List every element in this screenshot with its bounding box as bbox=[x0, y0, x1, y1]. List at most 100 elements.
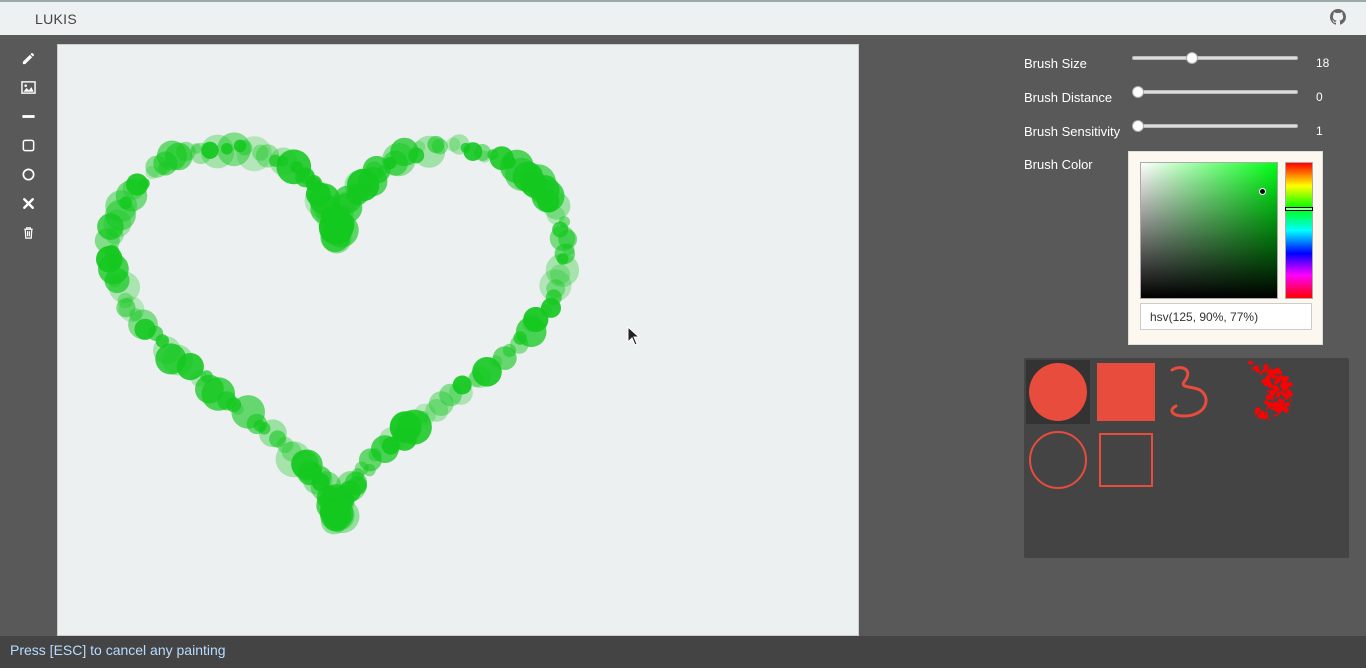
spray-dot bbox=[1265, 375, 1271, 381]
freehand-line-icon bbox=[1170, 366, 1208, 418]
app-title: LUKIS bbox=[35, 11, 77, 27]
brush-distance-row: Brush Distance 0 bbox=[1024, 84, 1354, 118]
brush-spray[interactable] bbox=[1230, 360, 1294, 424]
spray-dot bbox=[1262, 415, 1268, 420]
brush-outline-circle[interactable] bbox=[1026, 430, 1090, 494]
brush-distance-value: 0 bbox=[1316, 90, 1323, 104]
spray-dot bbox=[1268, 382, 1272, 386]
spray-dot bbox=[1254, 414, 1257, 416]
filled-circle-icon bbox=[1029, 363, 1087, 421]
spray-dot bbox=[1275, 393, 1281, 398]
brush-sensitivity-value: 1 bbox=[1316, 124, 1323, 138]
spray-dot bbox=[1274, 407, 1278, 412]
brush-type-panel bbox=[1024, 358, 1349, 558]
spray-dot bbox=[1274, 396, 1277, 399]
spray-dot bbox=[1284, 406, 1288, 409]
brush-distance-label: Brush Distance bbox=[1024, 90, 1113, 105]
paint-blob bbox=[322, 224, 352, 254]
clear-tool[interactable] bbox=[14, 189, 42, 217]
brush-outline-square[interactable] bbox=[1094, 430, 1158, 494]
spray-dot bbox=[1288, 382, 1293, 387]
brush-size-row: Brush Size 18 bbox=[1024, 50, 1354, 84]
spray-dot bbox=[1265, 411, 1268, 415]
spray-dot bbox=[1283, 408, 1289, 413]
spray-dot bbox=[1287, 401, 1290, 405]
pencil-tool[interactable] bbox=[14, 44, 42, 72]
circle-tool[interactable] bbox=[14, 160, 42, 188]
color-selector-dot[interactable] bbox=[1259, 188, 1266, 195]
line-tool[interactable] bbox=[14, 102, 42, 130]
brush-sensitivity-slider[interactable] bbox=[1131, 120, 1298, 132]
mouse-cursor-icon bbox=[627, 326, 641, 346]
trash-icon bbox=[23, 226, 33, 239]
spray-dot bbox=[1274, 379, 1279, 385]
spray-dot bbox=[1287, 390, 1292, 394]
color-value-input[interactable] bbox=[1140, 303, 1312, 330]
brush-size-slider-thumb[interactable] bbox=[1186, 52, 1199, 64]
spray-dot bbox=[1264, 400, 1269, 405]
spray-dot bbox=[1272, 384, 1278, 390]
paint-blob bbox=[431, 138, 448, 155]
line-icon bbox=[21, 114, 35, 118]
image-tool[interactable] bbox=[14, 73, 42, 101]
spray-dot bbox=[1290, 399, 1293, 402]
spray-dot bbox=[1285, 380, 1288, 383]
spray-dot bbox=[1280, 385, 1283, 388]
status-bar: Press [ESC] to cancel any painting bbox=[0, 636, 1366, 668]
title-bar: LUKIS bbox=[0, 0, 1366, 35]
filled-square-icon bbox=[1097, 363, 1155, 421]
brush-freehand[interactable] bbox=[1162, 360, 1226, 424]
paint-blob bbox=[139, 178, 150, 189]
rectangle-tool[interactable] bbox=[14, 131, 42, 159]
spray-dot bbox=[1260, 372, 1263, 375]
outline-square-icon bbox=[1099, 433, 1153, 487]
brush-sensitivity-slider-thumb[interactable] bbox=[1131, 120, 1144, 132]
brush-sensitivity-label: Brush Sensitivity bbox=[1024, 124, 1121, 139]
toolbar bbox=[14, 44, 44, 247]
brush-distance-slider[interactable] bbox=[1131, 86, 1298, 98]
status-text: Press [ESC] to cancel any painting bbox=[10, 642, 226, 658]
hue-slider[interactable] bbox=[1285, 162, 1313, 299]
settings-panel: Brush Size 18 Brush Distance 0 Brush Sen… bbox=[1024, 50, 1354, 152]
spray-dot bbox=[1266, 407, 1268, 410]
image-icon bbox=[20, 80, 36, 94]
spray-dot bbox=[1275, 405, 1278, 408]
spray-dot bbox=[1271, 402, 1276, 407]
rectangle-icon bbox=[22, 139, 34, 151]
github-icon[interactable] bbox=[1330, 9, 1346, 25]
brush-sensitivity-row: Brush Sensitivity 1 bbox=[1024, 118, 1354, 152]
spray-dot bbox=[1272, 369, 1278, 375]
spray-dot bbox=[1251, 368, 1254, 371]
brush-size-slider[interactable] bbox=[1132, 52, 1298, 64]
spray-dot bbox=[1255, 369, 1258, 372]
spray-dot bbox=[1249, 361, 1253, 365]
spray-dot bbox=[1269, 371, 1274, 375]
spray-dot bbox=[1276, 414, 1279, 417]
spray-dot bbox=[1285, 386, 1289, 390]
saturation-value-picker[interactable] bbox=[1140, 162, 1278, 299]
drawing-canvas[interactable] bbox=[57, 44, 859, 636]
spray-icon bbox=[1248, 360, 1293, 422]
heart-drawing bbox=[94, 132, 580, 535]
pencil-icon bbox=[22, 52, 34, 64]
brush-size-label: Brush Size bbox=[1024, 56, 1087, 71]
spray-dot bbox=[1282, 393, 1287, 398]
spray-dot bbox=[1254, 409, 1260, 415]
brush-color-label: Brush Color bbox=[1024, 157, 1093, 172]
brush-filled-circle[interactable] bbox=[1026, 360, 1090, 424]
spray-dot bbox=[1266, 390, 1270, 393]
brush-distance-slider-thumb[interactable] bbox=[1131, 86, 1144, 98]
color-picker bbox=[1128, 151, 1323, 345]
spray-dot bbox=[1284, 376, 1289, 381]
hue-slider-marker[interactable] bbox=[1285, 207, 1313, 211]
spray-dot bbox=[1258, 370, 1261, 373]
spray-dot bbox=[1272, 375, 1276, 379]
spray-dot bbox=[1282, 399, 1285, 402]
spray-dot bbox=[1280, 374, 1283, 377]
brush-filled-square[interactable] bbox=[1094, 360, 1158, 424]
spray-dot bbox=[1269, 389, 1274, 394]
spray-dot bbox=[1263, 364, 1269, 370]
spray-dot bbox=[1259, 410, 1265, 415]
delete-tool[interactable] bbox=[14, 218, 42, 246]
brush-size-value: 18 bbox=[1316, 56, 1330, 70]
